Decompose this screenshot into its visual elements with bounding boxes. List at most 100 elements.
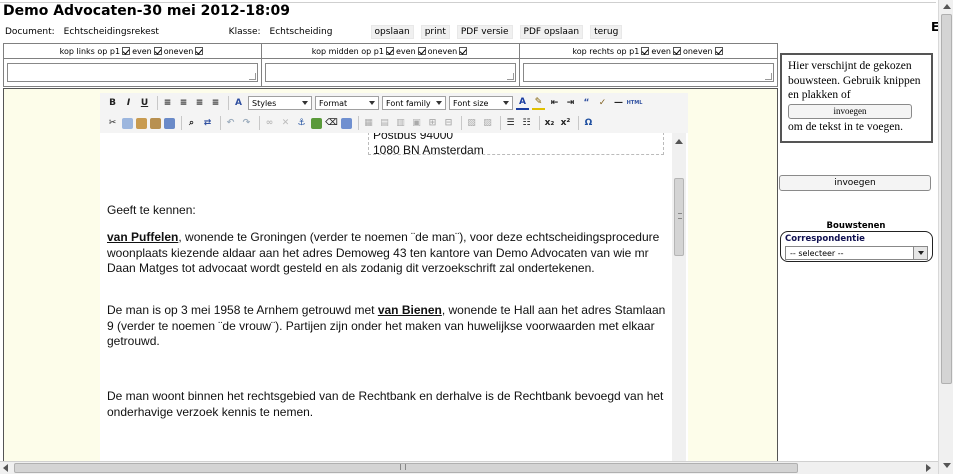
address-line-partial: Postbus 94000 [373,133,454,142]
kop-rechts-checkbox[interactable] [641,47,650,55]
page-title: Demo Advocaten-30 mei 2012-18:09 [3,3,290,19]
table-delete-icon[interactable]: ⊟ [442,117,455,130]
even-label: even [132,46,152,56]
cut-icon[interactable]: ✂ [106,117,119,130]
kop-midden-oneven-checkbox[interactable] [459,47,468,55]
kop-rechts-textarea[interactable] [523,63,774,82]
table-split-icon[interactable]: ⊞ [426,117,439,130]
unlink-icon[interactable]: ✕ [279,117,292,130]
format-select[interactable]: Format [315,96,379,110]
align-right-icon[interactable]: ≡ [193,97,206,110]
font-size-select[interactable]: Font size [449,96,513,110]
preview-invoegen-button[interactable]: invoegen [788,103,912,119]
align-left-icon[interactable]: ≡ [161,97,174,110]
editor-scroll-thumb[interactable] [674,178,684,256]
highlight-color-icon[interactable]: ✎ [532,97,545,110]
subscript-icon[interactable]: x₂ [543,117,556,130]
editor-content[interactable]: Postbus 94000 1080 BN Amsterdam Geeft te… [100,133,672,463]
header-middle-column: kop midden op p1 even oneven [262,44,520,86]
replace-icon[interactable]: ⇄ [201,117,214,130]
kop-midden-even-checkbox[interactable] [417,47,426,55]
font-family-select[interactable]: Font family [382,96,446,110]
html-source-icon[interactable]: HTML [627,97,643,110]
table-merge-icon[interactable]: ▣ [410,117,423,130]
man-name: van Puffelen [107,230,179,244]
table-icon[interactable]: ▦ [362,117,375,130]
bullet-list-icon[interactable]: ☰ [504,117,517,130]
table-cell-icon[interactable]: ▨ [481,117,494,130]
pdf-versie-button[interactable]: PDF versie [456,25,513,39]
text-color-icon[interactable]: A [516,97,529,110]
scroll-down-icon[interactable] [943,463,951,468]
bouwstenen-title: Bouwstenen [826,221,886,231]
undo-icon[interactable]: ↶ [224,117,237,130]
numbered-list-icon[interactable]: ☷ [520,117,533,130]
kop-midden-checkbox[interactable] [385,47,394,55]
kop-rechts-oneven-checkbox[interactable] [714,47,723,55]
header-left-column: kop links op p1 even oneven [4,44,262,86]
align-justify-icon[interactable]: ≡ [209,97,222,110]
table-props-icon[interactable]: ▧ [465,117,478,130]
bold-icon[interactable]: B [106,97,119,110]
page-horizontal-scrollbar[interactable] [0,461,938,474]
superscript-icon[interactable]: x² [559,117,572,130]
kop-links-textarea[interactable] [7,63,258,82]
kop-links-label: kop links op p1 [59,46,121,56]
print-button[interactable]: print [420,25,450,39]
page-vscroll-thumb[interactable] [941,14,952,384]
paste-text-icon[interactable] [150,117,161,129]
scroll-left-icon[interactable] [3,464,8,472]
scroll-up-icon[interactable] [943,4,951,9]
eraser-icon[interactable]: ⌫ [325,117,338,130]
special-char-icon[interactable]: Ω [582,117,595,130]
kop-rechts-even-checkbox[interactable] [672,47,681,55]
scroll-right-icon[interactable] [926,464,931,472]
help-icon[interactable] [341,117,352,129]
redo-icon[interactable]: ↷ [240,117,253,130]
paste-icon[interactable] [136,117,147,129]
correspondentie-select[interactable]: -- selecteer -- [785,246,928,260]
document-bar: Document: Echtscheidingsrekest Klasse: E… [5,25,629,39]
link-icon[interactable]: ∞ [263,117,276,130]
table-col-icon[interactable]: ▥ [394,117,407,130]
pdf-opslaan-button[interactable]: PDF opslaan [519,25,584,39]
anchor-icon[interactable]: ⚓ [295,117,308,130]
indent-icon[interactable]: ⇥ [564,97,577,110]
kop-links-even-checkbox[interactable] [153,47,162,55]
header-right-column: kop rechts op p1 even oneven [520,44,777,86]
page-vertical-scrollbar[interactable] [938,0,953,474]
chevron-down-icon [302,101,308,105]
outdent-icon[interactable]: ⇤ [548,97,561,110]
page-hscroll-thumb[interactable] [14,463,798,473]
terug-button[interactable]: terug [590,25,623,39]
paste-word-icon[interactable] [164,117,175,129]
oneven-label: oneven [427,46,458,56]
italic-icon[interactable]: I [122,97,135,110]
kop-midden-textarea[interactable] [265,63,516,82]
even-label: even [395,46,416,56]
opslaan-button[interactable]: opslaan [370,25,414,39]
copy-icon[interactable] [122,117,133,129]
underline-icon[interactable]: U [138,97,151,110]
editor-frame: B I U ≡ ≡ ≡ ≡ A Styles Format Font famil… [3,88,778,474]
chevron-down-icon[interactable] [913,247,927,259]
chevron-down-icon [369,101,375,105]
chevron-down-icon [503,101,509,105]
image-icon[interactable] [311,117,322,129]
kop-links-checkbox[interactable] [122,47,131,55]
horizontal-rule-icon[interactable]: — [612,97,625,110]
invoegen-button[interactable]: invoegen [779,175,931,191]
paragraph-marriage: De man is op 3 mei 1958 te Arnhem getrou… [107,303,666,348]
styles-icon[interactable]: A [232,97,245,110]
styles-select[interactable]: Styles [248,96,312,110]
blockquote-icon[interactable]: “ [580,97,593,110]
document-value: Echtscheidingsrekest [60,27,221,37]
kop-links-oneven-checkbox[interactable] [195,47,204,55]
cleanup-icon[interactable]: ✓ [596,97,609,110]
find-icon[interactable]: ⌕ [185,117,198,130]
align-center-icon[interactable]: ≡ [177,97,190,110]
scroll-up-icon[interactable] [675,139,683,144]
editor-scrollbar[interactable] [672,133,686,463]
woman-name: van Bienen [377,303,442,317]
table-row-icon[interactable]: ▤ [378,117,391,130]
